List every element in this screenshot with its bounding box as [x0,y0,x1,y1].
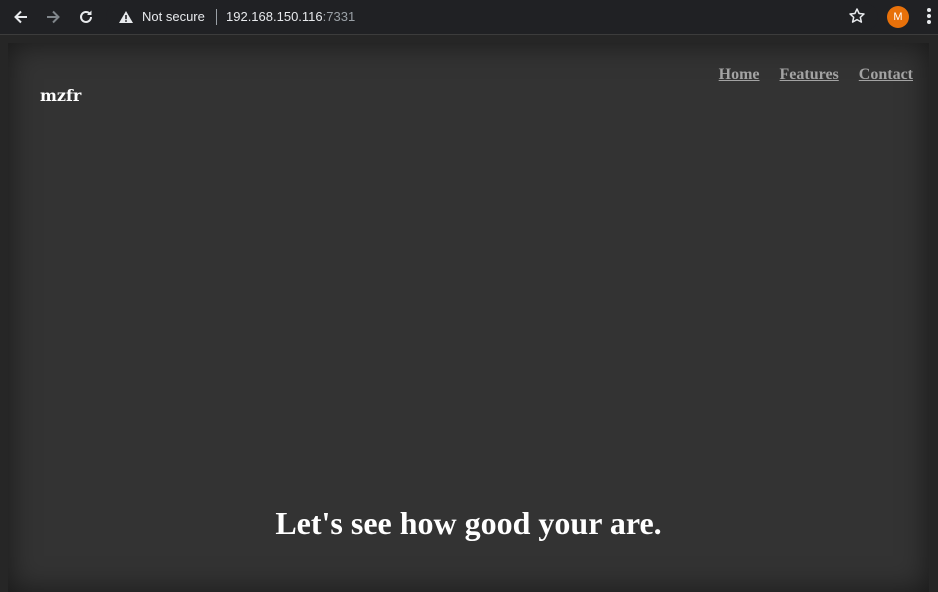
forward-button[interactable] [42,6,64,28]
profile-avatar[interactable]: M [887,6,909,28]
dot-icon [927,20,931,24]
warning-icon [119,11,133,23]
browser-menu-button[interactable] [924,8,934,26]
bookmark-button[interactable] [848,7,866,29]
dot-icon [927,8,931,12]
page-container: mzfr Home Features Contact Let's see how… [8,43,929,592]
star-icon [849,8,865,23]
nav-link-features[interactable]: Features [780,66,839,84]
dot-icon [927,14,931,18]
browser-toolbar: Not secure 192.168.150.116:7331 M [0,0,938,35]
nav-link-contact[interactable]: Contact [859,66,913,84]
arrow-left-icon [14,10,27,24]
url-host: 192.168.150.116 [226,9,323,24]
security-status-label[interactable]: Not secure [142,9,205,24]
site-nav: Home Features Contact [719,66,913,84]
hero-heading: Let's see how good your are. [275,505,662,541]
omnibox-divider [216,9,217,25]
back-button[interactable] [10,6,32,28]
site-brand: mzfr [40,86,82,105]
page-viewport: mzfr Home Features Contact Let's see how… [0,35,938,592]
nav-link-home[interactable]: Home [719,66,760,84]
url-port: :7331 [322,9,356,24]
arrow-right-icon [47,10,60,24]
address-bar[interactable]: Not secure 192.168.150.116:7331 [106,3,878,31]
url-text[interactable]: 192.168.150.116:7331 [226,9,355,24]
reload-icon [80,10,92,23]
reload-button[interactable] [75,6,97,28]
